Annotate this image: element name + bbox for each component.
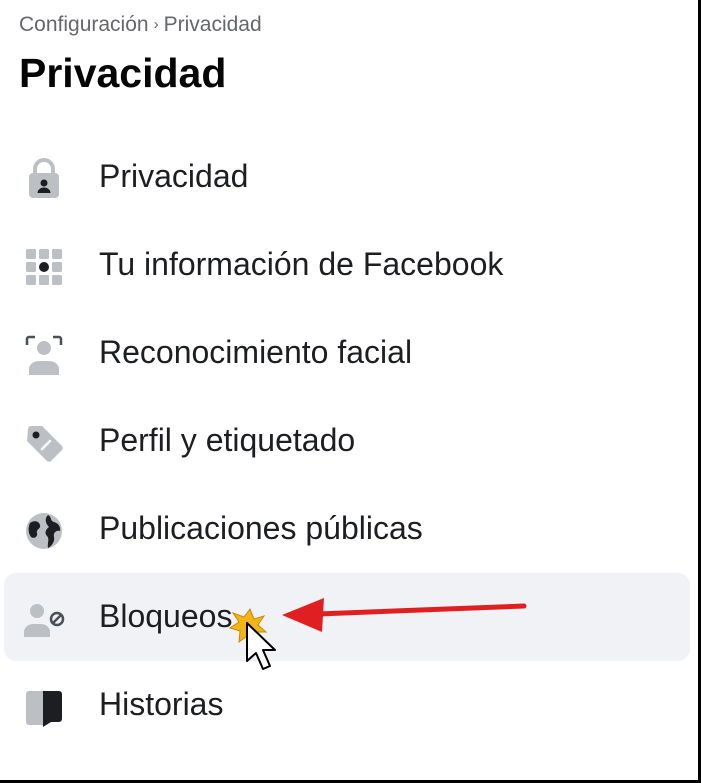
breadcrumb: Configuración › Privacidad [19,13,262,37]
menu-item-your-facebook-information[interactable]: Tu información de Facebook [4,221,690,309]
menu-item-label: Perfil y etiquetado [99,422,356,458]
menu-item-profile-and-tagging[interactable]: Perfil y etiquetado [4,397,690,485]
menu-item-label: Historias [99,686,224,722]
breadcrumb-separator: › [153,16,159,33]
menu-item-label: Bloqueos [99,598,233,634]
face-scan-icon [22,333,66,377]
menu-item-label: Privacidad [99,158,249,194]
page-title: Privacidad [19,50,227,96]
menu-item-face-recognition[interactable]: Reconocimiento facial [4,309,690,397]
menu-item-privacy[interactable]: Privacidad [4,133,690,221]
grid-info-icon [22,245,66,289]
menu-item-label: Reconocimiento facial [99,334,413,370]
person-blocked-icon [22,597,66,641]
book-icon [22,685,66,729]
menu-item-public-posts[interactable]: Publicaciones públicas [4,485,690,573]
tag-icon [22,421,66,465]
breadcrumb-current: Privacidad [163,13,262,36]
breadcrumb-settings-link[interactable]: Configuración [19,13,149,36]
menu-item-stories[interactable]: Historias [4,661,690,749]
globe-icon [22,509,66,553]
menu-item-label: Tu información de Facebook [99,246,504,282]
lock-icon [22,157,66,201]
privacy-menu: Privacidad Tu información de Facebook Re… [4,133,690,749]
menu-item-blocking[interactable]: Bloqueos [4,573,690,661]
menu-item-label: Publicaciones públicas [99,510,423,546]
